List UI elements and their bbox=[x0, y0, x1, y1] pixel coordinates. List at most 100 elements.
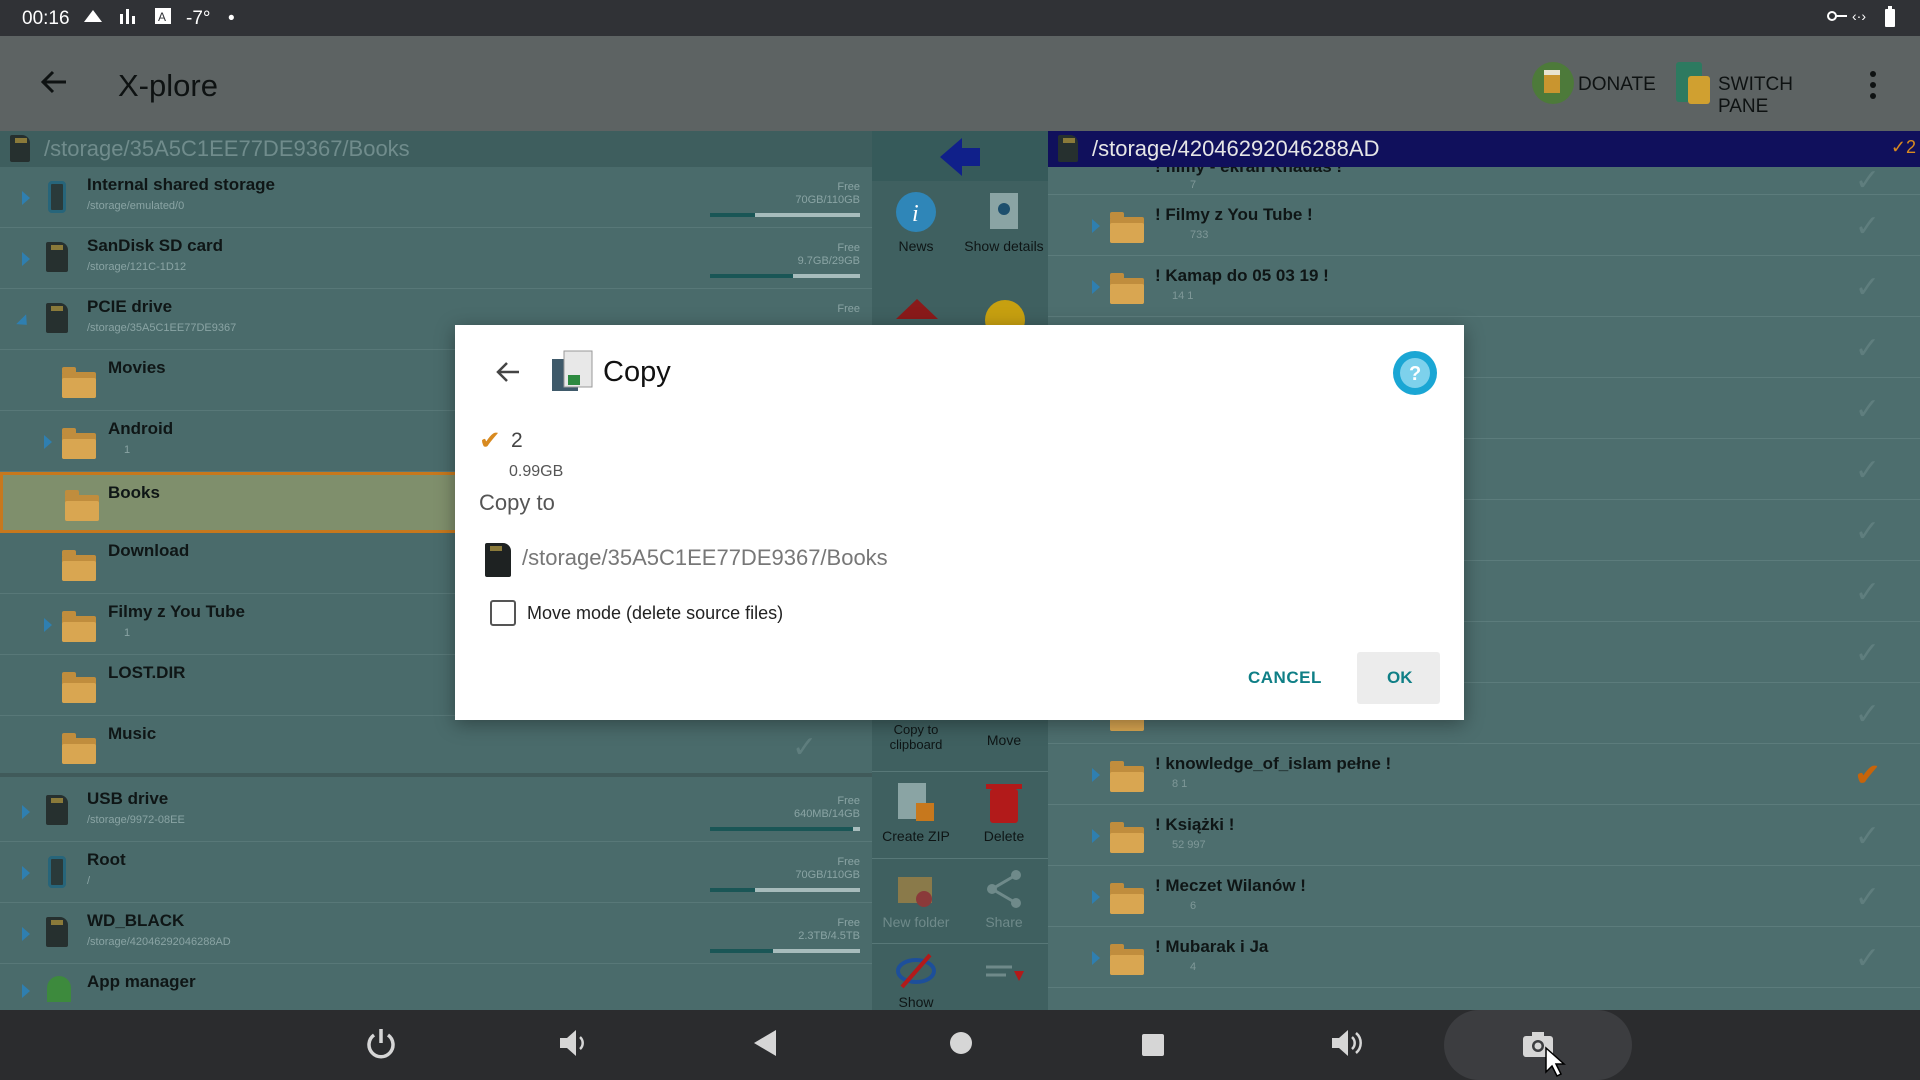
move-button[interactable]: Move bbox=[960, 732, 1048, 748]
copy-icon bbox=[550, 349, 596, 400]
signal-icon bbox=[82, 6, 104, 32]
share-button[interactable]: Share bbox=[960, 867, 1048, 955]
device-row[interactable]: App manager bbox=[0, 964, 872, 1010]
delete-button[interactable]: Delete bbox=[960, 781, 1048, 869]
file-row-selected[interactable]: ! knowledge_of_islam pełne ! 8 1 ✔ bbox=[1048, 744, 1920, 805]
checked-icon[interactable]: ✔ bbox=[1855, 758, 1880, 793]
back-arrow-icon[interactable] bbox=[38, 66, 70, 103]
app-bar: X-plore DONATE SWITCH PANE bbox=[0, 36, 1920, 131]
copy-to-label: Copy to bbox=[479, 490, 555, 515]
expand-icon[interactable] bbox=[22, 191, 30, 205]
device-row[interactable]: Root / Free 70GB/110GB bbox=[0, 842, 872, 903]
device-name: Root bbox=[87, 850, 126, 869]
device-free: Free 9.7GB/29GB bbox=[798, 242, 860, 268]
bars-icon bbox=[118, 6, 138, 32]
expand-icon[interactable] bbox=[1092, 829, 1100, 843]
power-icon[interactable] bbox=[364, 1026, 398, 1068]
overflow-menu-icon[interactable] bbox=[1868, 70, 1878, 105]
expand-icon[interactable] bbox=[22, 805, 30, 819]
expand-icon[interactable] bbox=[1092, 280, 1100, 294]
device-free: Free 2.3TB/4.5TB bbox=[798, 917, 860, 943]
expand-icon[interactable] bbox=[1092, 890, 1100, 904]
volume-down-icon[interactable] bbox=[558, 1028, 590, 1066]
home-nav-icon[interactable] bbox=[948, 1030, 974, 1064]
show-button[interactable]: Show bbox=[872, 951, 960, 1010]
selection-count: ✓2 bbox=[1890, 137, 1916, 157]
switch-pane-button[interactable]: SWITCH PANE bbox=[1674, 60, 1844, 117]
expand-icon[interactable] bbox=[1092, 768, 1100, 782]
device-row[interactable]: USB drive /storage/9972-08EE Free 640MB/1… bbox=[0, 781, 872, 842]
folder-row[interactable]: Music ✓ bbox=[0, 716, 872, 777]
collapse-icon[interactable] bbox=[16, 314, 32, 330]
cancel-button[interactable]: CANCEL bbox=[1248, 668, 1322, 688]
help-button[interactable]: ? bbox=[1392, 350, 1438, 401]
usage-fill bbox=[710, 827, 853, 831]
move-mode-checkbox[interactable] bbox=[490, 600, 516, 626]
file-row[interactable]: ! Mubarak i Ja 4 ✓ bbox=[1048, 927, 1920, 988]
hdd-icon bbox=[46, 917, 68, 947]
check-icon[interactable]: ✓ bbox=[1855, 209, 1880, 244]
check-icon[interactable]: ✓ bbox=[1855, 575, 1880, 610]
device-free: Free 70GB/110GB bbox=[795, 181, 860, 207]
share-label: Share bbox=[985, 914, 1023, 930]
copy-clipboard-button[interactable]: Copy to clipboard bbox=[872, 722, 960, 752]
expand-icon[interactable] bbox=[22, 927, 30, 941]
check-icon[interactable]: ✓ bbox=[1855, 880, 1880, 915]
check-icon[interactable]: ✓ bbox=[1855, 697, 1880, 732]
check-icon[interactable]: ✓ bbox=[1855, 514, 1880, 549]
expand-icon[interactable] bbox=[1092, 219, 1100, 233]
check-icon[interactable]: ✓ bbox=[1855, 270, 1880, 305]
folder-name: Download bbox=[108, 541, 190, 560]
check-icon[interactable]: ✓ bbox=[1855, 636, 1880, 671]
expand-icon[interactable] bbox=[22, 252, 30, 266]
check-icon[interactable]: ✓ bbox=[1855, 453, 1880, 488]
expand-icon[interactable] bbox=[1092, 951, 1100, 965]
donate-button[interactable]: DONATE bbox=[1530, 60, 1656, 106]
folder-icon bbox=[1110, 822, 1144, 853]
check-icon[interactable]: ✓ bbox=[792, 730, 817, 765]
folder-icon bbox=[1110, 273, 1144, 304]
folder-icon bbox=[62, 428, 96, 459]
selection-count-value: 2 bbox=[1905, 137, 1916, 157]
status-dot: • bbox=[228, 8, 235, 29]
device-row[interactable]: Internal shared storage /storage/emulate… bbox=[0, 167, 872, 228]
file-row[interactable]: ! filmy - ekran Khadas ! 7 ✓ bbox=[1048, 167, 1920, 195]
back-nav-icon[interactable] bbox=[752, 1028, 780, 1066]
divider bbox=[872, 771, 1048, 772]
device-free: Free bbox=[837, 303, 860, 316]
volume-up-icon[interactable] bbox=[1330, 1028, 1364, 1066]
folder-name: LOST.DIR bbox=[108, 663, 186, 682]
dialog-back-icon[interactable] bbox=[493, 357, 523, 392]
usage-fill bbox=[710, 888, 755, 892]
recents-nav-icon[interactable] bbox=[1141, 1031, 1165, 1065]
expand-icon[interactable] bbox=[44, 618, 52, 632]
left-path-bar: /storage/35A5C1EE77DE9367/Books bbox=[0, 131, 872, 167]
device-row[interactable]: SanDisk SD card /storage/121C-1D12 Free 9… bbox=[0, 228, 872, 289]
destination-path[interactable]: /storage/35A5C1EE77DE9367/Books bbox=[522, 545, 888, 571]
file-row[interactable]: ! Meczet Wilanów ! 6 ✓ bbox=[1048, 866, 1920, 927]
file-row[interactable]: ! Książki ! 52 997 ✓ bbox=[1048, 805, 1920, 866]
check-icon[interactable]: ✓ bbox=[1855, 331, 1880, 366]
usage-bar bbox=[710, 274, 860, 278]
show-details-button[interactable]: Show details bbox=[960, 189, 1048, 279]
expand-icon[interactable] bbox=[22, 984, 30, 998]
folder-name: ! knowledge_of_islam pełne ! bbox=[1155, 754, 1392, 773]
check-icon[interactable]: ✓ bbox=[1855, 941, 1880, 976]
ok-button[interactable]: OK bbox=[1357, 652, 1440, 704]
share-icon bbox=[987, 870, 1021, 908]
device-row[interactable]: WD_BLACK /storage/42046292046288AD Free 2… bbox=[0, 903, 872, 964]
expand-icon[interactable] bbox=[22, 866, 30, 880]
expand-icon[interactable] bbox=[44, 435, 52, 449]
move-mode-label[interactable]: Move mode (delete source files) bbox=[527, 603, 783, 624]
screenshot-button[interactable] bbox=[1444, 1010, 1632, 1080]
file-row[interactable]: ! Kamap do 05 03 19 ! 14 1 ✓ bbox=[1048, 256, 1920, 317]
check-icon[interactable]: ✓ bbox=[1855, 167, 1880, 194]
sort-icon[interactable] bbox=[982, 961, 1026, 998]
check-icon[interactable]: ✓ bbox=[1855, 819, 1880, 854]
create-zip-button[interactable]: Create ZIP bbox=[872, 781, 960, 869]
file-row[interactable]: ! Filmy z You Tube ! 733 ✓ bbox=[1048, 195, 1920, 256]
check-icon[interactable]: ✓ bbox=[1855, 392, 1880, 427]
left-path: /storage/35A5C1EE77DE9367/Books bbox=[44, 136, 410, 161]
new-folder-button[interactable]: New folder bbox=[872, 867, 960, 955]
news-button[interactable]: i News bbox=[872, 189, 960, 279]
